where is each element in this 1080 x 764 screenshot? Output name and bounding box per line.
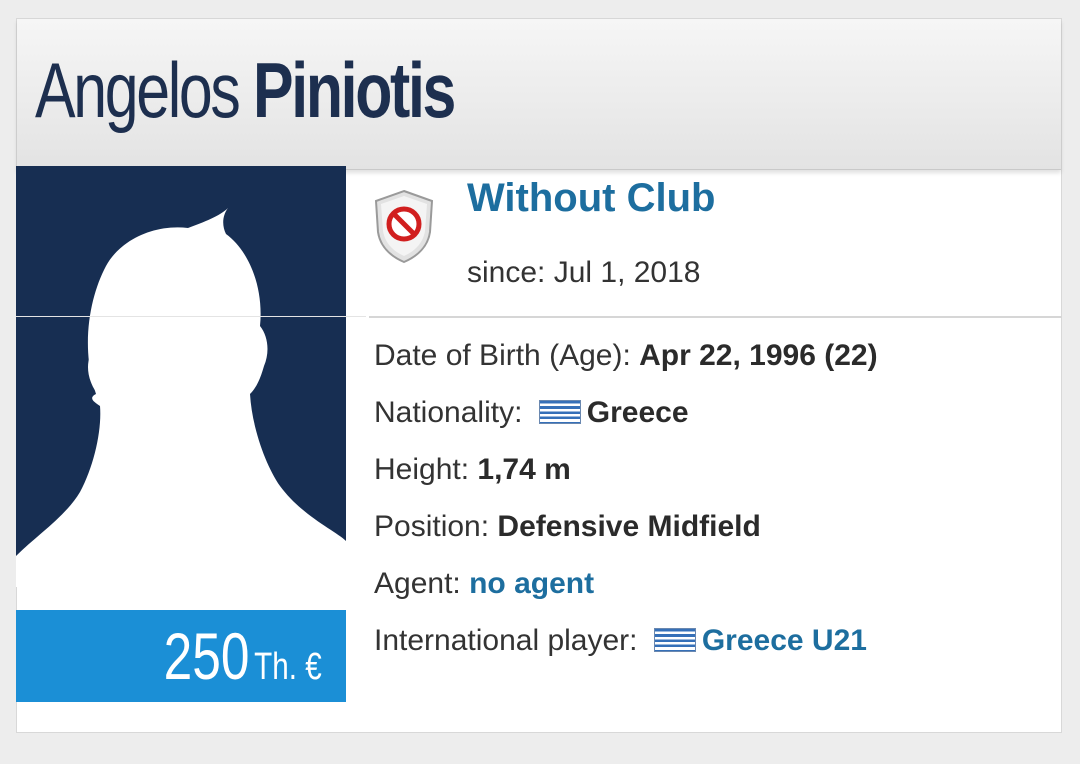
nationality-value: Greece [586,396,689,429]
agent-link[interactable]: no agent [469,567,594,600]
market-value-amount: 250 [163,619,250,693]
divider-left [16,316,366,317]
player-last-name: Piniotis [253,46,456,134]
international-label: International player: [374,624,638,657]
greece-flag-icon [538,400,581,425]
market-value-box[interactable]: 250 Th. € [16,610,346,702]
avatar-silhouette-icon [16,208,346,587]
player-header: Angelos Piniotis [17,19,1061,170]
club-name-link[interactable]: Without Club [467,176,715,221]
dob-label: Date of Birth (Age): [374,339,631,372]
dob-value: Apr 22, 1996 (22) [639,339,878,372]
height-value: 1,74 m [477,453,571,486]
info-row-agent: Agent: no agent [374,564,594,604]
club-since-date: since: Jul 1, 2018 [467,256,701,289]
info-row-height: Height: 1,74 m [374,450,571,490]
agent-label: Agent: [374,567,461,600]
divider-right [369,316,1062,318]
player-first-name: Angelos [35,46,241,134]
market-value-unit: Th. € [254,646,322,688]
info-row-position: Position: Defensive Midfield [374,507,761,547]
info-row-international: International player: Greece U21 [374,621,867,661]
international-team-link[interactable]: Greece U21 [702,624,867,657]
height-label: Height: [374,453,470,486]
position-label: Position: [374,510,490,543]
no-entry-shield-icon [372,188,436,264]
info-row-nationality: Nationality: Greece [374,393,689,433]
nationality-label: Nationality: [374,396,523,429]
player-photo-placeholder[interactable] [16,166,346,587]
greece-flag-icon [653,628,696,653]
position-value: Defensive Midfield [497,510,761,543]
info-row-dob: Date of Birth (Age): Apr 22, 1996 (22) [374,336,878,376]
player-name: Angelos Piniotis [35,45,456,135]
market-value-text: 250 Th. € [164,620,322,692]
